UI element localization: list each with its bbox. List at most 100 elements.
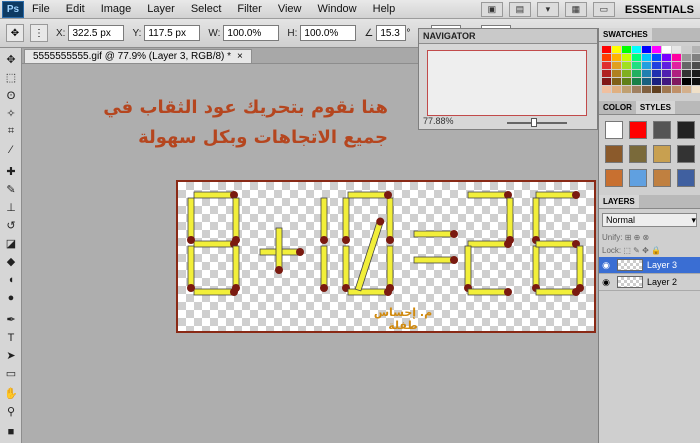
zoom-tool-icon[interactable]: ⚲ [3,404,19,419]
color-swatch[interactable] [642,62,651,69]
document-tab[interactable]: 5555555555.gif @ 77.9% (Layer 3, RGB/8) … [24,49,252,63]
eyedropper-tool-icon[interactable]: ⁄ [3,142,19,157]
type-tool-icon[interactable]: T [3,330,19,345]
style-preset[interactable] [605,169,623,187]
height-field[interactable] [300,25,357,41]
angle-field[interactable] [376,25,407,41]
color-swatch[interactable] [682,54,691,61]
color-swatch[interactable] [612,86,621,93]
arrange-documents-button[interactable]: ▦ [564,2,587,17]
menu-edit[interactable]: Edit [58,3,93,15]
paint-bucket-icon[interactable]: ◆ [3,254,19,269]
color-swatch[interactable] [682,46,691,53]
color-swatch[interactable] [662,54,671,61]
menu-help[interactable]: Help [365,3,404,15]
color-swatch[interactable] [652,86,661,93]
tab-swatches[interactable]: SWATCHES [599,28,652,41]
pen-tool-icon[interactable]: ✒ [3,312,19,327]
navigator-thumbnail[interactable] [427,50,587,116]
color-swatch[interactable] [652,46,661,53]
screen-mode-button[interactable]: ▭ [592,2,615,17]
style-preset[interactable] [653,145,671,163]
color-swatch[interactable] [692,70,700,77]
color-swatch[interactable] [652,70,661,77]
menu-filter[interactable]: Filter [229,3,269,15]
shape-tool-icon[interactable]: ▭ [3,366,19,381]
color-swatch[interactable] [662,70,671,77]
color-swatch[interactable] [672,54,681,61]
color-swatch[interactable] [692,62,700,69]
color-swatches-icon[interactable]: ■ [3,424,19,439]
y-position-field[interactable] [144,25,201,41]
zoom-level-button[interactable]: ▾ [536,2,559,17]
marquee-tool-icon[interactable]: ⬚ [3,70,19,85]
style-preset[interactable] [653,121,671,139]
style-preset[interactable] [677,121,695,139]
dodge-tool-icon[interactable]: ● [3,290,19,305]
menu-view[interactable]: View [270,3,310,15]
color-swatch[interactable] [682,86,691,93]
color-swatch[interactable] [622,70,631,77]
navigator-zoom-field[interactable]: 77.88% [423,116,454,126]
color-swatch[interactable] [642,78,651,85]
reference-point-icon[interactable]: ⋮ [30,24,48,42]
color-swatch[interactable] [672,46,681,53]
color-swatch[interactable] [682,78,691,85]
color-swatch[interactable] [632,54,641,61]
color-swatch[interactable] [642,70,651,77]
color-swatch[interactable] [672,86,681,93]
style-preset[interactable] [605,145,623,163]
menu-image[interactable]: Image [93,3,140,15]
color-swatch[interactable] [612,54,621,61]
eraser-tool-icon[interactable]: ◪ [3,236,19,251]
color-swatch[interactable] [622,62,631,69]
color-swatch[interactable] [622,78,631,85]
path-selection-icon[interactable]: ➤ [3,348,19,363]
image-canvas[interactable]: م. إحساس طفلة [176,180,596,333]
color-swatch[interactable] [692,86,700,93]
color-swatch[interactable] [612,70,621,77]
style-preset[interactable] [629,169,647,187]
color-swatch[interactable] [632,70,641,77]
lock-icons[interactable]: ⬚ ✎ ✥ 🔒 [623,246,661,255]
color-swatch[interactable] [602,54,611,61]
color-swatch[interactable] [662,86,671,93]
style-preset[interactable] [605,121,623,139]
color-swatch[interactable] [652,62,661,69]
move-tool-icon[interactable]: ✥ [6,24,24,42]
color-swatch[interactable] [632,62,641,69]
unify-icons[interactable]: ⊞ ⊕ ⊗ [625,233,650,242]
history-brush-icon[interactable]: ↺ [3,218,19,233]
color-swatch[interactable] [692,54,700,61]
width-field[interactable] [223,25,280,41]
healing-brush-icon[interactable]: ✚ [3,164,19,179]
close-tab-icon[interactable]: × [237,51,243,62]
color-swatch[interactable] [652,78,661,85]
color-swatch[interactable] [632,78,641,85]
tab-color[interactable]: COLOR [599,101,636,114]
color-swatch[interactable] [622,46,631,53]
blur-tool-icon[interactable]: ◖ [3,272,19,287]
navigator-zoom-knob[interactable] [531,118,537,127]
color-swatch[interactable] [642,86,651,93]
layer-row[interactable]: ◉ Layer 2 [599,274,700,291]
color-swatch[interactable] [622,86,631,93]
menu-layer[interactable]: Layer [139,3,183,15]
brush-tool-icon[interactable]: ✎ [3,182,19,197]
color-swatch[interactable] [602,46,611,53]
color-swatch[interactable] [672,78,681,85]
color-swatch[interactable] [602,70,611,77]
color-swatch[interactable] [632,46,641,53]
minibridge-button[interactable]: ▤ [508,2,531,17]
bridge-button[interactable]: ▣ [480,2,503,17]
color-swatch[interactable] [662,78,671,85]
magic-wand-icon[interactable]: ✧ [3,106,19,121]
style-preset[interactable] [629,121,647,139]
style-preset[interactable] [677,145,695,163]
color-swatch[interactable] [602,62,611,69]
tab-styles[interactable]: STYLES [635,101,676,114]
color-swatch[interactable] [662,62,671,69]
blend-mode-select[interactable]: Normal ▾ [602,213,697,227]
color-swatch[interactable] [622,54,631,61]
color-swatch[interactable] [612,78,621,85]
